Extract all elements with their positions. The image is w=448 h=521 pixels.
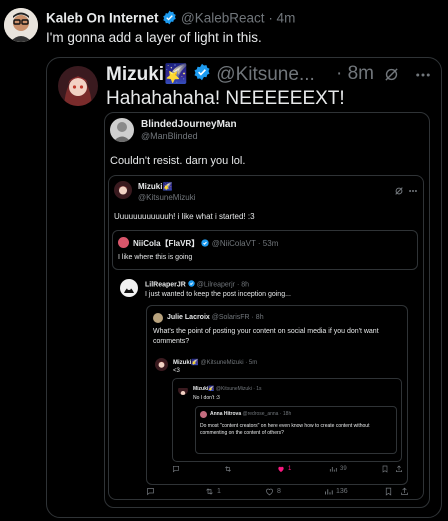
more-options-icon[interactable] bbox=[414, 66, 432, 89]
avatar-mizuki-2-image bbox=[114, 181, 132, 199]
inner-like-button[interactable]: 1 bbox=[277, 465, 291, 473]
reply1-text: I just wanted to keep the post inception… bbox=[145, 291, 291, 298]
repost-icon bbox=[225, 466, 231, 472]
reply1-author-name[interactable]: LilReaperJR bbox=[145, 281, 186, 288]
avatar-niicola[interactable] bbox=[118, 237, 129, 248]
repost-icon bbox=[206, 488, 213, 495]
inner-repost-button[interactable] bbox=[224, 465, 235, 473]
bookmark-icon bbox=[382, 465, 388, 473]
quote3-text: Uuuuuuuuuuuuh! i like what i started! :3 bbox=[114, 212, 255, 221]
quote4-text: I like where this is going bbox=[118, 254, 193, 261]
quote5-author-name[interactable]: Julie Lacroix bbox=[167, 314, 210, 321]
reply-icon bbox=[147, 488, 154, 496]
avatar-mizuki-3-image bbox=[155, 358, 168, 371]
avatar-julie[interactable] bbox=[153, 313, 163, 323]
inner-bookmark-button[interactable] bbox=[381, 465, 389, 473]
inner-like-count: 1 bbox=[288, 466, 292, 472]
quote7-author-handle[interactable]: @redrose_anna · 18h bbox=[243, 411, 292, 417]
avatar-mizuki-3[interactable] bbox=[155, 358, 168, 371]
quote1-author-handle[interactable]: @Kitsune... bbox=[216, 64, 315, 85]
tweet-author-name[interactable]: Kaleb On Internet bbox=[46, 11, 159, 26]
more-options-icon[interactable] bbox=[408, 183, 418, 201]
avatar-lilreaper-image bbox=[120, 279, 138, 297]
inner-views-count: 39 bbox=[340, 466, 347, 472]
avatar-mizuki-2[interactable] bbox=[114, 181, 132, 199]
grok-icon[interactable] bbox=[394, 183, 404, 201]
reply2-header: Mizuki🌠 @KitsuneMizuki · 5m bbox=[173, 359, 257, 366]
inner-share-button[interactable] bbox=[395, 465, 403, 473]
reply2-author-handle[interactable]: @KitsuneMizuki · 5m bbox=[200, 360, 257, 366]
verified-badge-icon bbox=[193, 63, 211, 87]
quote4-header: NiiCola【FlaVR】 @NiiColaVT · 53m bbox=[133, 238, 278, 249]
heart-filled-icon bbox=[278, 466, 284, 472]
tweet-text: I'm gonna add a layer of light in this. bbox=[46, 30, 262, 45]
outer-repost-count: 1 bbox=[217, 488, 221, 495]
quote2-author-handle[interactable]: @ManBlinded bbox=[141, 131, 198, 141]
quote1-author-name[interactable]: Mizuki🌠 bbox=[106, 64, 188, 85]
bookmark-icon bbox=[385, 487, 392, 496]
quote6-author-handle[interactable]: @KitsuneMizuki · 1s bbox=[216, 386, 262, 392]
reply2-text: <3 bbox=[173, 368, 180, 374]
quote-card-niicola[interactable] bbox=[112, 230, 418, 270]
outer-like-count: 8 bbox=[277, 488, 281, 495]
quote6-text: No I don't :3 bbox=[193, 395, 220, 401]
avatar-kaleb-image bbox=[4, 8, 38, 42]
quote6-header: Mizuki🌠 @KitsuneMizuki · 1s bbox=[193, 386, 262, 392]
avatar-kaleb[interactable] bbox=[4, 8, 38, 42]
quote7-header: Anna Hitrova @redrose_anna · 18h bbox=[210, 411, 291, 417]
quote5-text: What's the point of posting your content… bbox=[153, 328, 379, 345]
quote6-author-name[interactable]: Mizuki🌠 bbox=[193, 386, 215, 392]
verified-badge-icon bbox=[201, 239, 210, 249]
heart-icon bbox=[266, 488, 273, 496]
reply2-author-name[interactable]: Mizuki🌠 bbox=[173, 360, 199, 366]
share-icon bbox=[401, 487, 408, 495]
quote3-author-name[interactable]: Mizuki🌠 bbox=[138, 182, 172, 191]
views-icon bbox=[329, 467, 337, 472]
views-icon bbox=[325, 489, 333, 495]
quote2-author-name[interactable]: BlindedJourneyMan bbox=[141, 119, 237, 130]
avatar-anna[interactable] bbox=[200, 411, 207, 418]
inner-views-button[interactable]: 39 bbox=[329, 465, 347, 473]
inner-reply-button[interactable] bbox=[172, 465, 183, 473]
outer-like-button[interactable]: 8 bbox=[265, 487, 281, 496]
outer-share-button[interactable] bbox=[400, 487, 409, 496]
tweet-header: Kaleb On Internet @KalebReact · 4m bbox=[46, 10, 295, 28]
reply-icon bbox=[173, 466, 179, 473]
outer-repost-button[interactable]: 1 bbox=[205, 487, 221, 496]
quote2-text: Couldn't resist. darn you lol. bbox=[110, 155, 246, 167]
tweet-timestamp[interactable]: · 4m bbox=[268, 11, 295, 26]
avatar-mizuki-image bbox=[58, 66, 98, 106]
avatar-mizuki-4[interactable] bbox=[178, 385, 188, 395]
quote5-author-handle[interactable]: @SolarisFR · 8h bbox=[212, 314, 264, 321]
quote1-timestamp[interactable]: · 8m bbox=[336, 63, 374, 85]
quote4-author-name[interactable]: NiiCola【FlaVR】 bbox=[133, 239, 199, 248]
quote1-text: Hahahahaha! NEEEEEEXT! bbox=[106, 88, 345, 109]
avatar-lilreaper[interactable] bbox=[120, 279, 138, 297]
quote7-author-name[interactable]: Anna Hitrova bbox=[210, 411, 241, 417]
tweet-author-handle[interactable]: @KalebReact bbox=[181, 11, 265, 26]
avatar-mizuki[interactable] bbox=[58, 66, 98, 106]
quote5-header: Julie Lacroix @SolarisFR · 8h bbox=[167, 314, 264, 321]
outer-views-button[interactable]: 136 bbox=[324, 487, 348, 496]
outer-views-count: 136 bbox=[336, 488, 348, 495]
verified-badge-icon bbox=[162, 10, 177, 28]
quote1-header: Mizuki🌠 @Kitsune... bbox=[106, 63, 315, 87]
share-icon bbox=[396, 465, 402, 472]
avatar-blinded[interactable] bbox=[110, 118, 134, 142]
reply1-header: LilReaperJR @Lilreaperjr · 8h bbox=[145, 280, 249, 289]
outer-bookmark-button[interactable] bbox=[384, 487, 393, 496]
avatar-blinded-image bbox=[110, 118, 134, 142]
quote7-text: Do most "content creators" on here even … bbox=[200, 423, 370, 436]
verified-badge-icon bbox=[188, 280, 195, 289]
reply1-author-handle[interactable]: @Lilreaperjr · 8h bbox=[197, 281, 249, 288]
quote3-author-handle[interactable]: @KitsuneMizuki bbox=[138, 193, 195, 202]
grok-icon[interactable] bbox=[383, 66, 400, 88]
outer-reply-button[interactable] bbox=[146, 487, 158, 496]
quote4-author-handle[interactable]: @NiiColaVT · 53m bbox=[212, 239, 279, 248]
